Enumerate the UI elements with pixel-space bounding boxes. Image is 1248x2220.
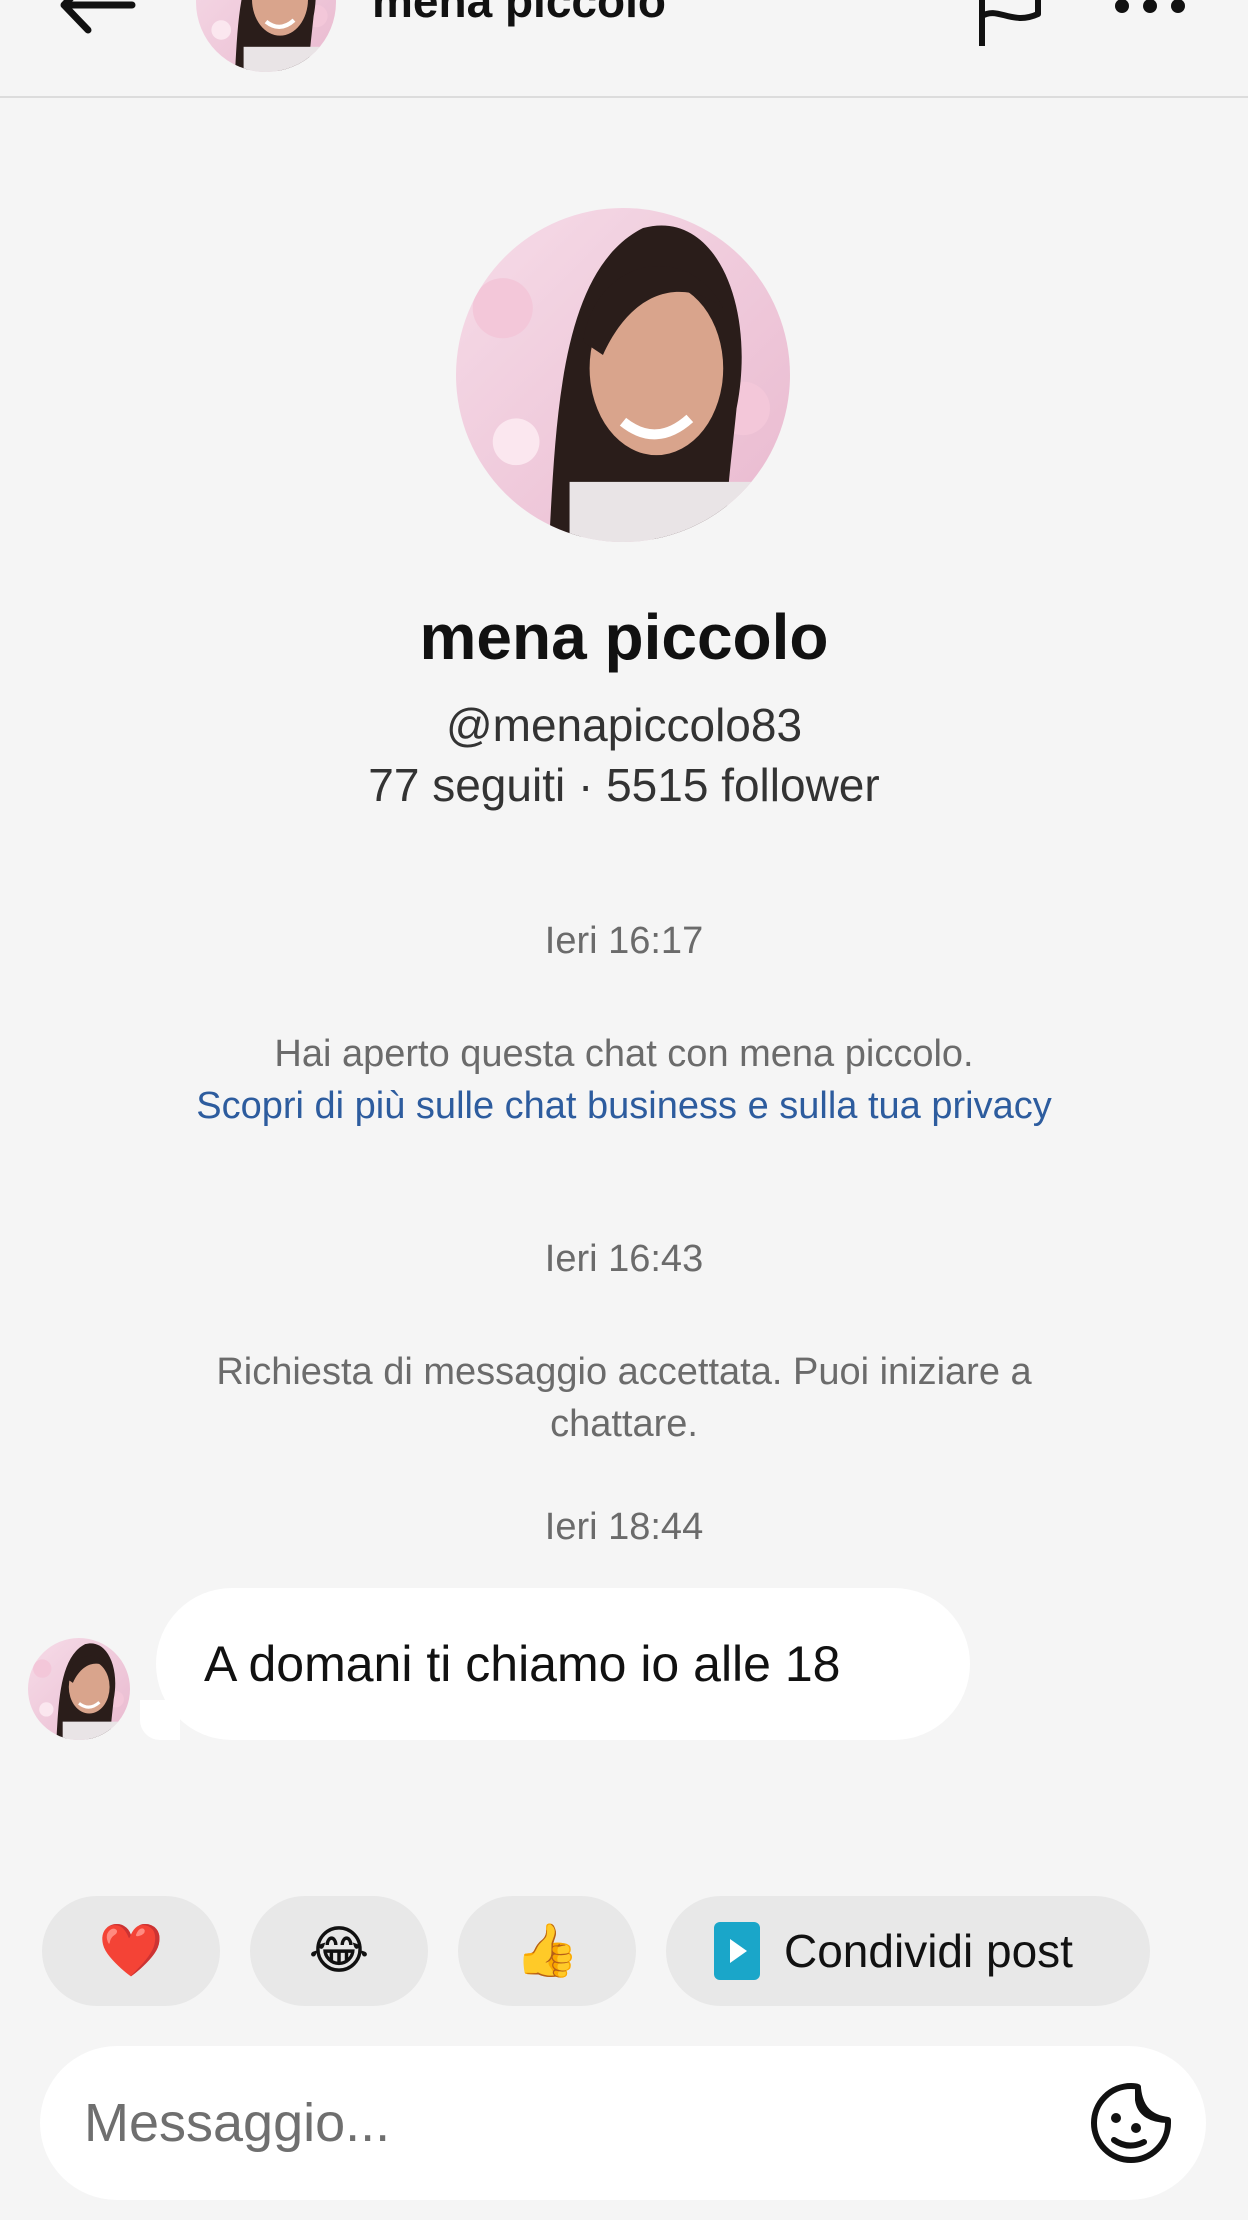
timestamp: Ieri 18:44 <box>544 1506 704 1548</box>
thumbs-up-emoji-icon: 👍 <box>514 1922 580 1980</box>
request-accepted-notice: Richiesta di messaggio accettata. Puoi i… <box>216 1351 1032 1445</box>
privacy-link[interactable]: Scopri di più sulle chat business e sull… <box>150 1080 1098 1132</box>
profile-stats: 77 seguiti · 5515 follower <box>368 759 880 811</box>
heart-emoji-icon: ❤️ <box>98 1922 164 1980</box>
chat-opened-notice: Hai aperto questa chat con mena piccolo.… <box>150 1028 1098 1132</box>
chat-header: mena piccolo <box>0 0 1248 98</box>
notice-text: Hai aperto questa chat con mena piccolo. <box>274 1033 974 1075</box>
quick-reply-thumbs-up[interactable]: 👍 <box>458 1896 636 2006</box>
sender-avatar[interactable] <box>28 1638 130 1740</box>
back-arrow-icon[interactable] <box>52 0 142 50</box>
profile-handle: @menapiccolo83 <box>445 699 803 751</box>
timestamp: Ieri 16:17 <box>544 920 704 962</box>
header-title[interactable]: mena piccolo <box>372 0 666 28</box>
share-post-button[interactable]: Condividi post <box>666 1896 1150 2006</box>
share-post-label: Condividi post <box>784 1925 1073 1977</box>
laughing-emoji-icon: 😂 <box>308 1922 370 1980</box>
message-bubble[interactable]: A domani ti chiamo io alle 18 <box>156 1588 970 1740</box>
quick-reply-laugh[interactable]: 😂 <box>250 1896 428 2006</box>
message-composer <box>40 2046 1206 2200</box>
message-text: A domani ti chiamo io alle 18 <box>204 1636 841 1692</box>
flag-icon[interactable] <box>972 0 1048 46</box>
more-options-icon[interactable] <box>1110 0 1190 30</box>
play-post-icon <box>714 1922 760 1980</box>
profile-name: mena piccolo <box>419 601 829 673</box>
message-input[interactable] <box>84 2046 1044 2200</box>
chat-screen: mena piccolo mena piccolo @menapiccolo83… <box>0 0 1248 2220</box>
profile-avatar[interactable] <box>456 208 790 542</box>
timestamp: Ieri 16:43 <box>544 1238 704 1280</box>
header-avatar[interactable] <box>196 0 336 72</box>
quick-reply-heart[interactable]: ❤️ <box>42 1896 220 2006</box>
sticker-icon[interactable] <box>1086 2078 1176 2168</box>
